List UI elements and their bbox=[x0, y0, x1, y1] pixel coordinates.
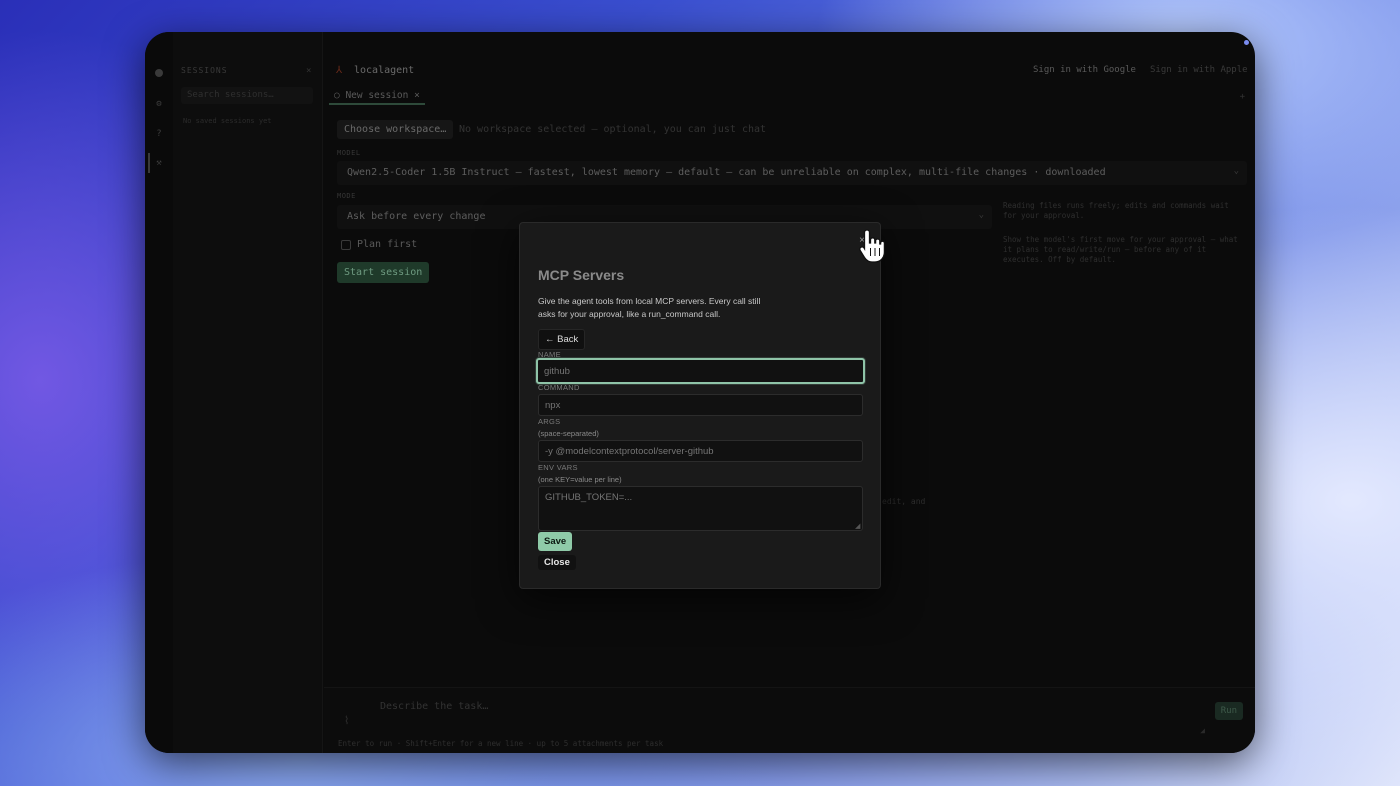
hand-pointer-cursor-icon bbox=[859, 229, 886, 263]
sidebar-close-icon[interactable]: × bbox=[306, 66, 311, 76]
close-button[interactable]: Close bbox=[538, 555, 576, 570]
chevron-down-icon: ⌄ bbox=[1233, 166, 1239, 176]
tools-icon[interactable]: ⚒ bbox=[155, 159, 163, 168]
icon-rail: ⚙ ? ⚒ bbox=[145, 32, 173, 753]
mode-label: MODE bbox=[337, 192, 356, 200]
model-label: MODEL bbox=[337, 149, 361, 157]
settings-icon[interactable]: ⚙ bbox=[155, 100, 163, 109]
command-input[interactable] bbox=[538, 394, 863, 416]
modal-description: Give the agent tools from local MCP serv… bbox=[538, 296, 761, 319]
background-text-fragment: edit, and bbox=[882, 497, 926, 506]
app-title: localagent bbox=[354, 65, 415, 76]
args-input[interactable] bbox=[538, 440, 863, 462]
chevron-down-icon: ⌄ bbox=[978, 210, 984, 220]
record-icon[interactable] bbox=[155, 69, 163, 77]
choose-workspace-button[interactable]: Choose workspace… bbox=[337, 120, 454, 139]
sessions-sidebar: SESSIONS × Search sessions… No saved ses… bbox=[173, 32, 323, 753]
sidebar-title: SESSIONS bbox=[181, 66, 228, 75]
args-label: ARGS bbox=[538, 417, 561, 426]
sign-in-apple-button[interactable]: Sign in with Apple bbox=[1150, 65, 1248, 75]
textarea-resize-icon[interactable]: ◢ bbox=[855, 522, 860, 530]
args-sublabel: (space-separated) bbox=[538, 429, 599, 438]
plan-first-checkbox[interactable] bbox=[341, 240, 351, 250]
env-vars-label: ENV VARS bbox=[538, 463, 578, 472]
model-value: Qwen2.5-Coder 1.5B Instruct — fastest, l… bbox=[347, 167, 1106, 178]
mode-note: Reading files runs freely; edits and com… bbox=[1003, 201, 1229, 220]
plan-first-label: Plan first bbox=[357, 239, 418, 250]
plan-first-note: Show the model's first move for your app… bbox=[1003, 235, 1238, 264]
env-vars-sublabel: (one KEY=value per line) bbox=[538, 475, 622, 484]
lambda-logo-icon: ⅄ bbox=[336, 65, 343, 76]
name-input[interactable] bbox=[536, 358, 865, 384]
composer: ⌇ Describe the task… ◢ Run Enter to run … bbox=[324, 687, 1255, 753]
paperclip-icon[interactable]: ⌇ bbox=[344, 714, 349, 727]
tab-new-session[interactable]: ○ New session × bbox=[329, 88, 425, 105]
workspace-hint: No workspace selected — optional, you ca… bbox=[459, 124, 767, 135]
help-icon[interactable]: ? bbox=[155, 130, 163, 139]
run-button[interactable]: Run bbox=[1214, 702, 1243, 720]
rail-active-indicator bbox=[148, 153, 150, 173]
task-input[interactable]: Describe the task… bbox=[380, 701, 488, 712]
env-vars-textarea[interactable] bbox=[538, 486, 863, 531]
command-label: COMMAND bbox=[538, 383, 580, 392]
model-select[interactable]: Qwen2.5-Coder 1.5B Instruct — fastest, l… bbox=[337, 161, 1247, 185]
resize-grip-icon[interactable]: ◢ bbox=[1200, 726, 1205, 735]
new-tab-icon[interactable]: + bbox=[1240, 92, 1245, 102]
mode-value: Ask before every change bbox=[347, 211, 486, 222]
mcp-servers-modal: × MCP Servers Give the agent tools from … bbox=[519, 222, 881, 589]
modal-title: MCP Servers bbox=[538, 267, 625, 283]
back-button[interactable]: ← Back bbox=[538, 329, 586, 350]
composer-hint: Enter to run · Shift+Enter for a new lin… bbox=[338, 739, 664, 748]
sign-in-google-button[interactable]: Sign in with Google bbox=[1033, 65, 1136, 75]
save-button[interactable]: Save bbox=[538, 532, 573, 551]
session-search-input[interactable]: Search sessions… bbox=[181, 87, 313, 104]
status-dot-icon bbox=[1244, 40, 1249, 45]
sidebar-empty-text: No saved sessions yet bbox=[183, 117, 272, 125]
start-session-button[interactable]: Start session bbox=[337, 262, 430, 283]
